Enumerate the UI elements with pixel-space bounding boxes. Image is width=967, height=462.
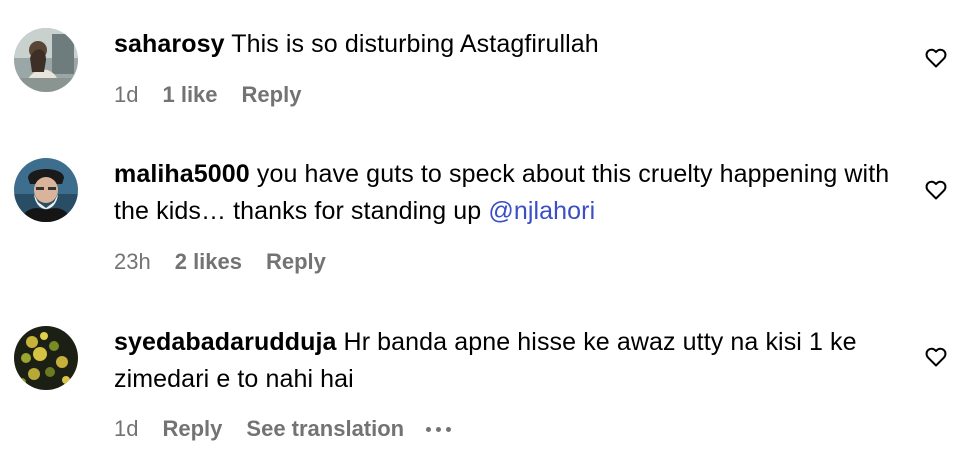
avatar-photo	[14, 158, 78, 222]
avatar-photo	[14, 28, 78, 92]
comment-meta: 1d 1 like Reply	[114, 82, 325, 108]
avatar[interactable]	[14, 326, 78, 390]
heart-outline-icon[interactable]	[924, 345, 948, 369]
mention-link[interactable]: @njlahori	[488, 197, 595, 225]
avatar-photo	[14, 326, 78, 390]
comment-body: This is so disturbing Astagfirullah	[231, 30, 599, 58]
username-link[interactable]: saharosy	[114, 30, 225, 58]
more-horizontal-icon[interactable]	[426, 426, 452, 432]
likes-count-link[interactable]: 1 like	[162, 82, 217, 108]
see-translation-button[interactable]: See translation	[246, 416, 404, 442]
dot	[446, 426, 452, 432]
comment-text: syedabadarudduja Hr banda apne hisse ke …	[114, 324, 894, 398]
comment-item: saharosy This is so disturbing Astagfiru…	[0, 0, 967, 140]
comment-item: syedabadarudduja Hr banda apne hisse ke …	[0, 300, 967, 462]
avatar[interactable]	[14, 158, 78, 222]
reply-button[interactable]: Reply	[242, 82, 302, 108]
comment-meta: 23h 2 likes Reply	[114, 249, 350, 275]
dot	[436, 426, 442, 432]
timestamp: 23h	[114, 249, 151, 274]
likes-count-link[interactable]: 2 likes	[175, 249, 242, 275]
comment-text: maliha5000 you have guts to speck about …	[114, 156, 894, 230]
timestamp: 1d	[114, 416, 139, 441]
heart-outline-icon[interactable]	[924, 178, 948, 202]
reply-button[interactable]: Reply	[162, 416, 222, 442]
dot	[426, 426, 432, 432]
comment-meta: 1d Reply See translation	[114, 416, 452, 442]
heart-outline-icon[interactable]	[924, 46, 948, 70]
timestamp: 1d	[114, 82, 139, 107]
username-link[interactable]: syedabadarudduja	[114, 328, 337, 356]
comment-text: saharosy This is so disturbing Astagfiru…	[114, 26, 894, 63]
avatar[interactable]	[14, 28, 78, 92]
username-link[interactable]: maliha5000	[114, 160, 250, 188]
reply-button[interactable]: Reply	[266, 249, 326, 275]
comment-item: maliha5000 you have guts to speck about …	[0, 140, 967, 300]
